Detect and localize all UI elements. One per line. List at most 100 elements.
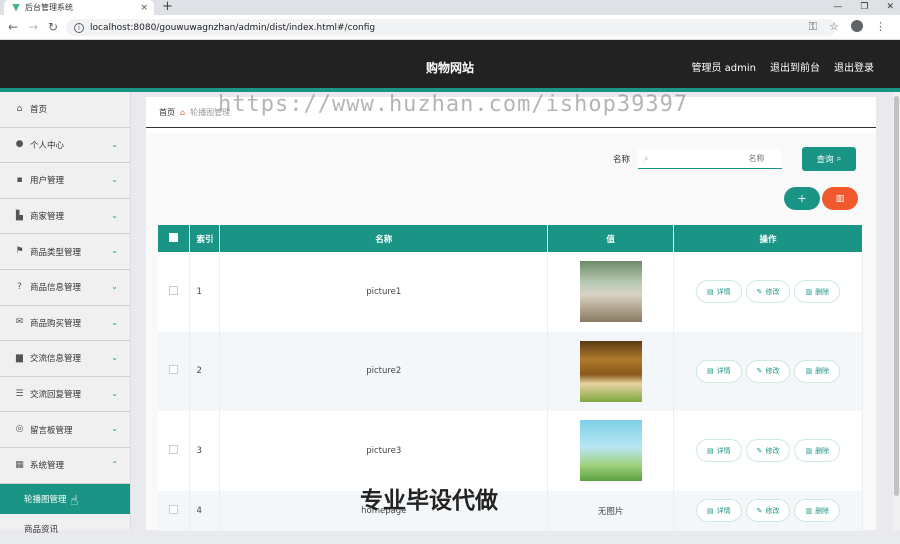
chevron-icon[interactable]: ⌄ [111,424,118,433]
edit-button[interactable]: ✎ 修改 [745,499,791,522]
row-checkbox[interactable] [169,285,179,295]
chevron-icon[interactable]: ⌄ [111,246,118,255]
row-checkbox[interactable] [169,504,179,514]
user-icon: ● [15,139,24,150]
edit-button[interactable]: ✎ 修改 [745,359,791,383]
edit-button[interactable]: ✎ 修改 [745,439,791,463]
forward-arrow-icon[interactable]: → [28,20,38,34]
scrollbar-thumb[interactable] [894,96,899,496]
chevron-icon[interactable]: ⌄ [111,175,118,184]
new-tab-button[interactable]: + [162,0,173,14]
row-checkbox[interactable] [169,365,179,375]
chevron-icon[interactable]: ⌄ [111,140,118,149]
search-form: 名称 ⌕ 查询 ⌕ [613,147,856,171]
back-to-front-link[interactable]: 退出到前台 [770,59,820,74]
delete-button[interactable]: ▥ 删除 [794,439,841,463]
search-field[interactable]: ⌕ [638,149,782,169]
sidebar-item-5[interactable]: ? 商品信息管理 ⌄ [0,270,130,306]
delete-button[interactable]: ▥ 删除 [794,280,841,304]
sidebar-item-label: 商品类型管理 [30,247,82,258]
row-select-cell [158,411,191,491]
search-input[interactable] [654,154,765,163]
select-all-checkbox[interactable] [169,232,179,242]
sidebar-item-3[interactable]: ▙ 商家管理 ⌄ [0,199,130,235]
sidebar-item-10[interactable]: ▦ 系统管理 ⌃ [0,448,130,484]
url-omnibox[interactable]: i localhost:8080/gouwuwagnzhan/admin/dis… [66,19,836,36]
logout-link[interactable]: 退出登录 [834,59,874,74]
sidebar-item-7[interactable]: ▆ 交流信息管理 ⌄ [0,341,130,377]
profile-avatar-icon[interactable] [851,20,863,32]
sidebar-item-2[interactable]: ▪ 用户管理 ⌄ [0,163,130,199]
sidebar-item-6[interactable]: ✉ 商品购买管理 ⌄ [0,306,130,342]
sidebar-menu: ⌂ 首页 ● 个人中心 ⌄ ▪ 用户管理 ⌄ ▙ 商家管理 ⌄ ⚑ 商品类型管理 ⌄? 商品信息管理 ⌄ ✉ 商品… [0,92,131,535]
browser-actions: ⚿ ☆ ⋮ [809,20,886,34]
back-arrow-icon[interactable]: ← [8,20,18,34]
sidebar-item-9[interactable]: ◎ 留言板管理 ⌄ [0,412,130,448]
key-icon[interactable]: ⚿ [809,20,817,34]
sidebar-item-0[interactable]: ⌂ 首页 [0,92,130,128]
chevron-icon[interactable]: ⌃ [111,460,118,469]
cell-name: picture2 [219,331,549,411]
delete-button[interactable]: ▥ 删除 [794,499,841,522]
board-icon: ◎ [15,424,24,435]
add-button[interactable]: + [784,187,820,210]
chevron-icon[interactable]: ⌄ [111,282,118,291]
header-select-all[interactable] [158,225,191,252]
maximize-button[interactable]: ❐ [860,0,868,14]
minimize-button[interactable]: — [833,0,842,14]
close-window-button[interactable]: ✕ [886,0,894,14]
flag-icon: ⚑ [15,246,24,257]
sidebar-item-label: 留言板管理 [30,425,73,436]
sidebar-item-label: 交流信息管理 [30,354,82,365]
trash-icon: ▥ [835,193,845,204]
no-image-text: 无图片 [597,506,624,517]
detail-button[interactable]: ▤ 详情 [695,359,742,383]
url-text[interactable]: localhost:8080/gouwuwagnzhan/admin/dist/… [90,23,375,33]
table-row: 2 picture2 ▤ 详情 ✎ 修改 ▥ 删除 [158,331,863,411]
sidebar-subitem-1[interactable]: 商品资讯 [0,514,130,544]
thumbnail-image[interactable] [579,340,642,402]
detail-button[interactable]: ▤ 详情 [695,499,742,522]
chevron-icon[interactable]: ⌄ [111,353,118,362]
row-checkbox[interactable] [169,444,179,454]
cell-actions: ▤ 详情 ✎ 修改 ▥ 删除 [673,331,863,411]
table-row: 3 picture3 ▤ 详情 ✎ 修改 ▥ 删除 [158,411,863,491]
breadcrumb-home[interactable]: 首页 [159,107,175,118]
delete-label: 删除 [815,287,830,296]
cell-index: 4 [189,490,221,531]
detail-button[interactable]: ▤ 详情 [695,280,742,304]
browser-menu-icon[interactable]: ⋮ [875,20,886,34]
chevron-icon[interactable]: ⌄ [111,389,118,398]
cell-index: 1 [189,252,221,332]
detail-label: 详情 [716,287,731,296]
tab-title: 后台管理系统 [25,3,73,12]
site-info-icon[interactable]: i [74,22,84,33]
sidebar-subitem-0[interactable]: 轮播图管理 [0,483,130,514]
detail-button[interactable]: ▤ 详情 [695,439,742,463]
cell-actions: ▤ 详情 ✎ 修改 ▥ 删除 [673,411,863,491]
breadcrumb-house-icon: ⌂ [180,108,186,117]
delete-button[interactable]: ▥ 删除 [794,359,841,383]
thumbnail-image[interactable] [579,420,642,482]
thumbnail-image[interactable] [579,261,642,323]
document-icon: ▤ [706,367,714,376]
detail-label: 详情 [716,506,731,515]
sidebar-item-1[interactable]: ● 个人中心 ⌄ [0,128,130,164]
detail-label: 详情 [716,446,731,455]
chevron-icon[interactable]: ⌄ [111,211,118,220]
sidebar-item-8[interactable]: ☰ 交流回复管理 ⌄ [0,377,130,413]
trash-icon: ▥ [805,287,813,296]
reload-icon[interactable]: ↻ [48,20,58,34]
document-icon: ▤ [706,446,714,455]
bookmark-star-icon[interactable]: ☆ [829,20,839,34]
cell-name: picture1 [219,252,549,332]
query-button[interactable]: 查询 ⌕ [802,147,856,171]
chevron-icon[interactable]: ⌄ [111,318,118,327]
sidebar-item-4[interactable]: ⚑ 商品类型管理 ⌄ [0,234,130,270]
edit-button[interactable]: ✎ 修改 [745,280,791,304]
mouse-cursor-icon: ☝ [70,493,79,509]
cell-actions: ▤ 详情 ✎ 修改 ▥ 删除 [673,252,863,332]
browser-tab[interactable]: 后台管理系统 × [4,0,154,15]
tab-close-icon[interactable]: × [140,3,148,13]
batch-delete-button[interactable]: ▥ [822,187,858,210]
